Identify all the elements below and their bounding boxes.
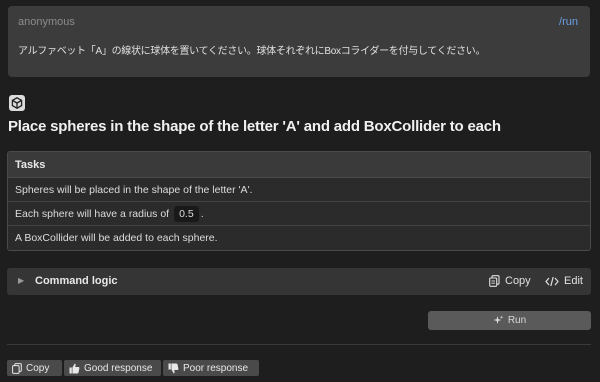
good-response-label: Good response (84, 362, 153, 374)
copy-icon (489, 275, 500, 287)
poor-response-button[interactable]: Poor response (163, 360, 259, 376)
user-message-text: アルファベット「A」の線状に球体を置いてください。球体それぞれにBoxコライダー… (18, 46, 486, 57)
poor-response-label: Poor response (183, 362, 249, 374)
run-label: Run (507, 315, 527, 326)
task-row: Each sphere will have a radius of 0.5 . (8, 202, 590, 226)
expand-arrow-icon[interactable]: ▶ (18, 276, 24, 285)
task-row: Spheres will be placed in the shape of t… (8, 178, 590, 202)
divider (7, 344, 591, 345)
unity-logo-icon (9, 95, 25, 111)
task-text: A BoxCollider will be added to each sphe… (15, 232, 218, 244)
edit-code-button[interactable]: Edit (545, 275, 583, 287)
tasks-table: Tasks Spheres will be placed in the shap… (7, 151, 591, 251)
task-text: Each sphere will have a radius of (15, 207, 170, 220)
sparkle-icon (493, 315, 504, 326)
radius-value: 0.5 (174, 205, 199, 222)
copy-code-button[interactable]: Copy (489, 275, 531, 287)
copy-label: Copy (505, 275, 531, 287)
thumbs-up-icon (69, 363, 80, 374)
copy-response-button[interactable]: Copy (7, 360, 62, 376)
code-icon (545, 276, 559, 287)
edit-label: Edit (564, 275, 583, 287)
run-command-link[interactable]: /run (559, 16, 578, 28)
run-button[interactable]: Run (428, 311, 591, 330)
tasks-header: Tasks (8, 152, 590, 178)
user-name: anonymous (18, 16, 75, 28)
user-message-card: anonymous /run アルファベット「A」の線状に球体を置いてください。… (8, 6, 590, 77)
task-suffix: . (200, 207, 204, 220)
copy-label: Copy (26, 362, 50, 374)
copy-icon (12, 362, 22, 374)
task-row: A BoxCollider will be added to each sphe… (8, 226, 590, 250)
task-text: Spheres will be placed in the shape of t… (15, 183, 253, 196)
thumbs-down-icon (168, 363, 179, 374)
response-title: Place spheres in the shape of the letter… (8, 118, 501, 135)
command-logic-panel[interactable]: ▶ Command logic Copy Edit (7, 268, 591, 295)
command-logic-label: Command logic (35, 275, 118, 287)
good-response-button[interactable]: Good response (64, 360, 161, 376)
